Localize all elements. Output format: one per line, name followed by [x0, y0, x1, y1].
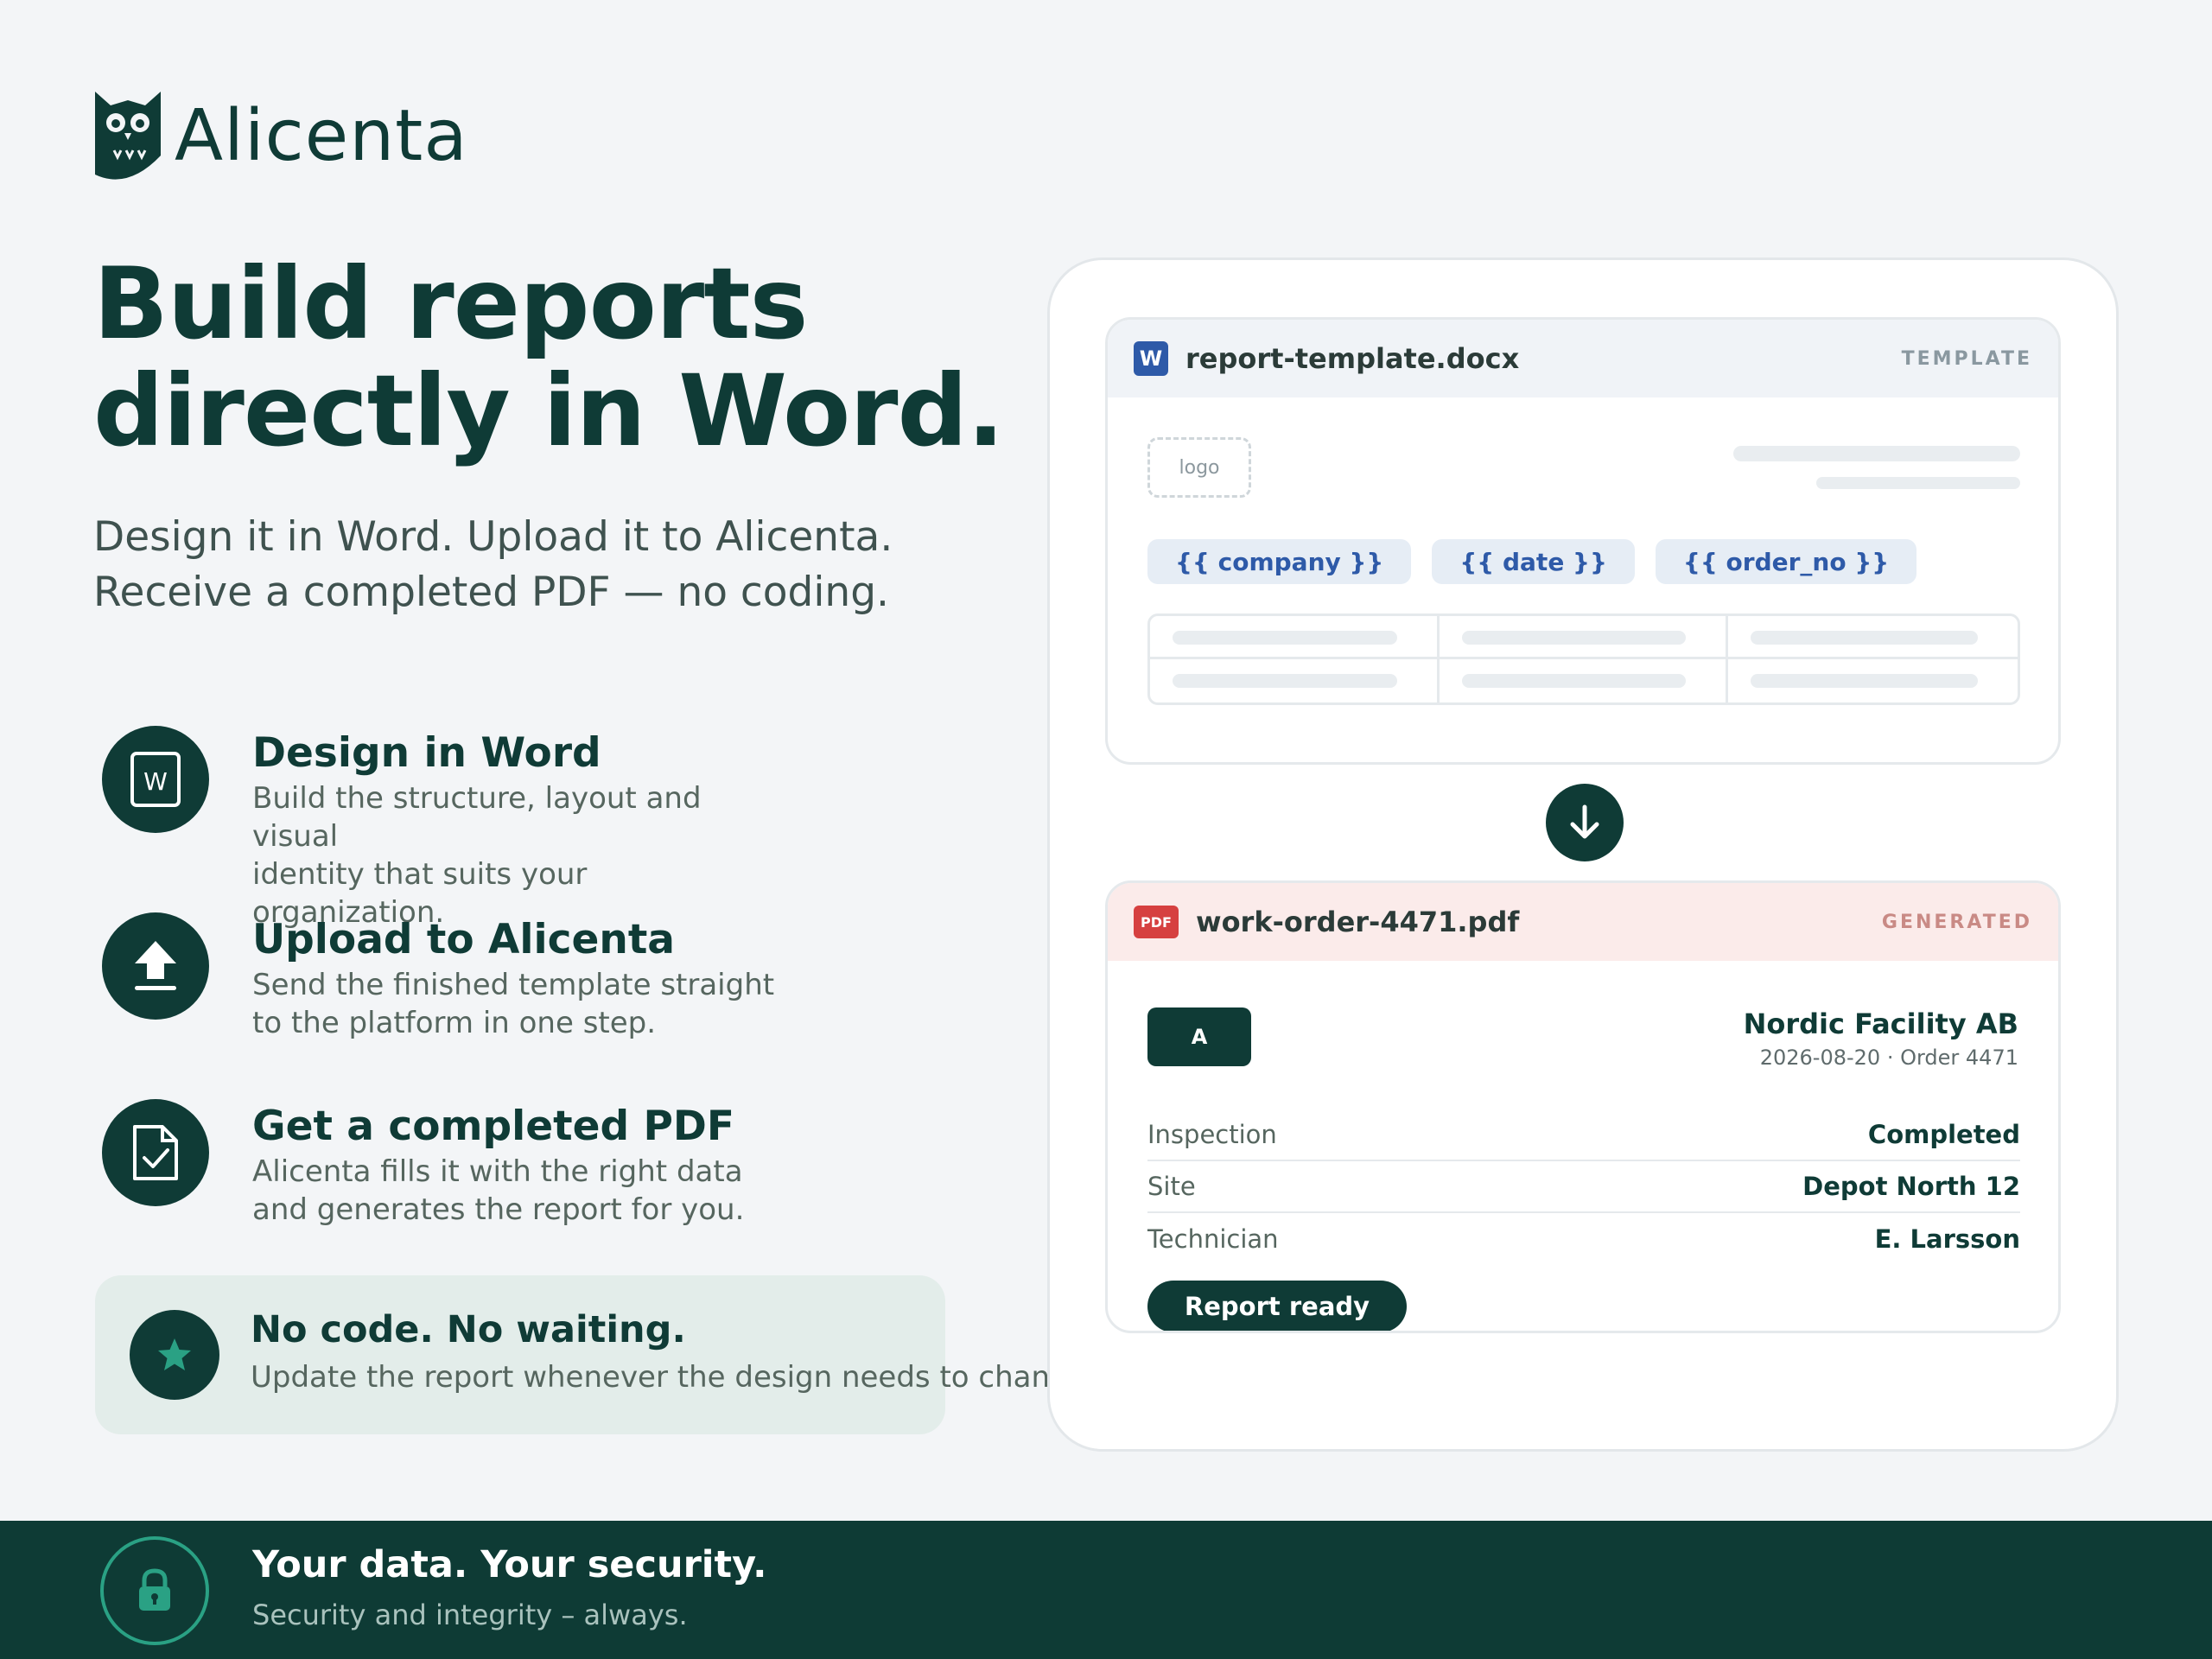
template-file-name: report-template.docx [1185, 342, 1520, 375]
merge-field-order-no: {{ order_no }} [1655, 539, 1917, 584]
skeleton-cell [1728, 616, 2018, 659]
skeleton-cell [1150, 659, 1440, 702]
hero-subtitle: Design it in Word. Upload it to Alicenta… [93, 513, 893, 616]
feature-title: Upload to Alicenta [252, 916, 676, 963]
skeleton-cell [1439, 616, 1729, 659]
company-name: Nordic Facility AB [1743, 1007, 2018, 1040]
callout-title: No code. No waiting. [251, 1308, 686, 1351]
arrow-down-icon [1546, 784, 1624, 861]
feature-completed-pdf: Get a completed PDF Alicenta fills it wi… [102, 1099, 1009, 1286]
detail-row: Site Depot North 12 [1147, 1161, 2020, 1213]
template-tag: TEMPLATE [1901, 347, 2032, 370]
report-ready-button[interactable]: Report ready [1147, 1281, 1407, 1331]
word-document-icon: W [102, 726, 209, 833]
merge-field-company: {{ company }} [1147, 539, 1412, 584]
word-file-icon: W [1134, 341, 1168, 376]
merge-field-date: {{ date }} [1432, 539, 1635, 584]
report-details: Inspection Completed Site Depot North 12… [1147, 1109, 2020, 1265]
document-check-icon [102, 1099, 209, 1206]
feature-title: Get a completed PDF [252, 1103, 735, 1150]
brand-logo: Alicenta [93, 88, 468, 183]
no-code-callout: No code. No waiting. Update the report w… [95, 1275, 1096, 1434]
skeleton-cell [1440, 659, 1729, 702]
callout-description: Update the report whenever the design ne… [251, 1360, 1096, 1395]
owl-logo-icon [95, 92, 161, 180]
workflow-preview-panel: W report-template.docx TEMPLATE logo {{ … [1047, 257, 2119, 1452]
generated-tag: GENERATED [1881, 911, 2032, 933]
skeleton-line [1816, 477, 2020, 489]
skeleton-line [1733, 446, 2020, 461]
skeleton-table [1147, 613, 2020, 705]
upload-icon [102, 912, 209, 1020]
detail-row: Technician E. Larsson [1147, 1224, 2020, 1254]
template-card-header: W report-template.docx TEMPLATE [1108, 320, 2058, 397]
feature-description: Alicenta fills it with the right data an… [252, 1154, 745, 1227]
order-meta: 2026-08-20 · Order 4471 [1759, 1046, 2018, 1070]
lock-icon [100, 1536, 209, 1645]
svg-text:W: W [143, 767, 168, 796]
company-info: Nordic Facility AB 2026-08-20 · Order 44… [1744, 1007, 2018, 1070]
skeleton-cell [1150, 616, 1440, 659]
security-footer: Your data. Your security. Security and i… [0, 1521, 2212, 1659]
feature-design-in-word: W Design in Word Build the structure, la… [102, 726, 1009, 930]
star-icon [130, 1310, 219, 1400]
merge-field-list: {{ company }} {{ date }} {{ order_no }} [1147, 539, 1917, 584]
detail-row: Inspection Completed [1147, 1109, 2020, 1161]
template-card: W report-template.docx TEMPLATE logo {{ … [1105, 317, 2061, 765]
hero-headline: Build reports directly in Word. [93, 246, 1004, 468]
skeleton-cell [1728, 659, 2018, 702]
pdf-file-icon: PDF [1134, 906, 1179, 938]
generated-card-header: PDF work-order-4471.pdf GENERATED [1108, 883, 2058, 961]
feature-list: W Design in Word Build the structure, la… [102, 726, 1009, 1286]
generated-file-name: work-order-4471.pdf [1196, 906, 1520, 938]
feature-upload: Upload to Alicenta Send the finished tem… [102, 912, 1009, 1099]
generated-card: PDF work-order-4471.pdf GENERATED A Nord… [1105, 880, 2061, 1333]
brand-name: Alicenta [175, 94, 468, 177]
footer-title: Your data. Your security. [252, 1543, 767, 1586]
feature-description: Build the structure, layout and visual i… [252, 781, 702, 930]
company-logo-avatar: A [1147, 1007, 1251, 1066]
feature-title: Design in Word [252, 729, 601, 777]
logo-placeholder: logo [1147, 437, 1251, 498]
feature-description: Send the finished template straight to t… [252, 968, 775, 1040]
footer-description: Security and integrity – always. [252, 1599, 688, 1631]
